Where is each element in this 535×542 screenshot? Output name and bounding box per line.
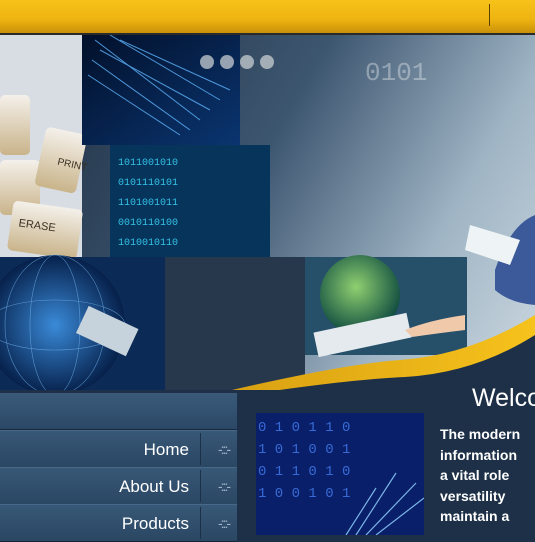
header-divider	[489, 4, 490, 26]
nav-item-products[interactable]: Products -:::-	[0, 504, 237, 542]
slide-dot[interactable]	[240, 55, 254, 69]
nav-item-label: About Us	[119, 477, 189, 496]
top-header-bar	[0, 0, 535, 35]
svg-text:0010110100: 0010110100	[118, 218, 178, 229]
arrow-icon: -:::-	[218, 478, 231, 494]
nav-separator	[200, 433, 201, 465]
welcome-body-text: The modern information a vital role vers…	[440, 424, 535, 527]
svg-text:1 0 0 1 0 1: 1 0 0 1 0 1	[258, 486, 350, 502]
body-line: versatility	[440, 487, 506, 504]
slide-dot[interactable]	[220, 55, 234, 69]
nav-separator	[200, 470, 201, 502]
svg-text:1101001011: 1101001011	[118, 198, 178, 209]
arrow-icon: -:::-	[218, 515, 231, 531]
nav-item-about-us[interactable]: About Us -:::-	[0, 467, 237, 505]
svg-text:1011001010: 1011001010	[118, 158, 178, 169]
welcome-heading: Welco	[472, 384, 535, 412]
body-line: information	[440, 446, 517, 463]
left-navigation: Home -:::- About Us -:::- Products -:::-	[0, 393, 237, 542]
svg-text:0 1 1 0 1 0: 0 1 1 0 1 0	[258, 464, 350, 480]
svg-text:0 1 0 1 1 0: 0 1 0 1 1 0	[258, 420, 350, 436]
slide-indicator	[200, 55, 274, 69]
nav-header	[0, 393, 237, 430]
slide-dot[interactable]	[260, 55, 274, 69]
body-line: a vital role	[440, 467, 510, 483]
nav-separator	[200, 507, 201, 539]
nav-item-label: Products	[121, 514, 189, 533]
svg-text:0101110101: 0101110101	[118, 178, 178, 189]
nav-item-label: Home	[143, 440, 189, 459]
hero-banner: PRINT ERASE 1011001010 0101110101 1101001…	[0, 35, 535, 390]
svg-text:1 0 1 0 0 1: 1 0 1 0 0 1	[258, 442, 350, 458]
slide-dot[interactable]	[200, 55, 214, 69]
svg-text:0101: 0101	[365, 58, 427, 88]
nav-item-home[interactable]: Home -:::-	[0, 430, 237, 468]
body-line: The modern	[440, 426, 521, 442]
body-line: maintain a	[440, 508, 510, 524]
content-image: 0 1 0 1 1 0 1 0 1 0 0 1 0 1 1 0 1 0 1 0 0 …	[256, 413, 424, 535]
banner-collage: PRINT ERASE 10110010100101110101 1101001…	[0, 35, 535, 390]
svg-text:1010010110: 1010010110	[118, 238, 178, 249]
arrow-icon: -:::-	[218, 441, 231, 457]
